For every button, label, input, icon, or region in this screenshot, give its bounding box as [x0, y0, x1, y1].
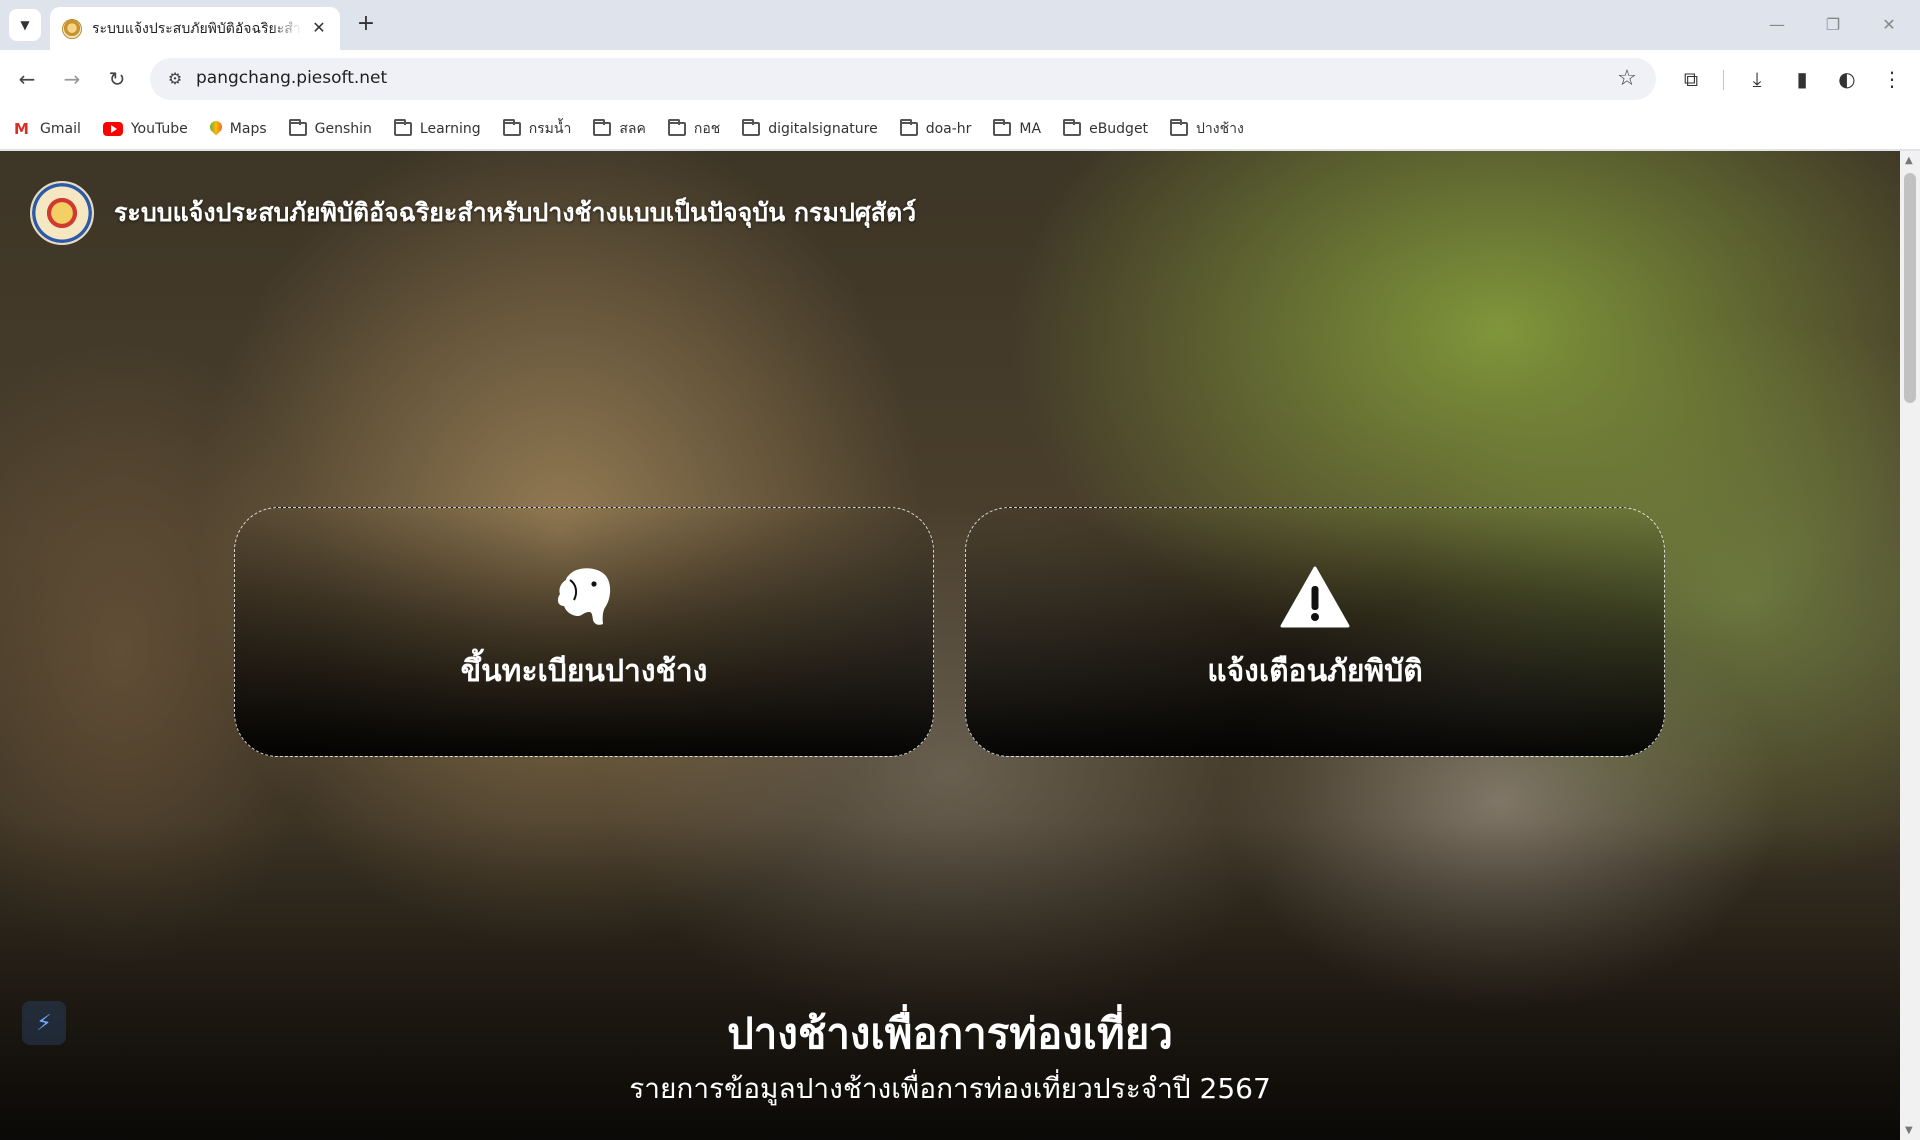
- tab-strip: ▼ ระบบแจ้งประสบภัยพิบัติอัจฉริยะสำหรั ✕ …: [0, 0, 1920, 50]
- tab-search-button[interactable]: ▼: [9, 9, 41, 41]
- bookmark-star-icon[interactable]: ☆: [1612, 64, 1642, 94]
- minimize-button[interactable]: —: [1764, 12, 1790, 38]
- browser-window: ▼ ระบบแจ้งประสบภัยพิบัติอัจฉริยะสำหรั ✕ …: [0, 0, 1920, 1140]
- bookmark-folder-pangchang[interactable]: ปางช้าง: [1170, 118, 1244, 140]
- bookmark-folder-learning[interactable]: Learning: [393, 118, 481, 137]
- bookmark-label: eBudget: [1089, 120, 1149, 137]
- bookmark-folder-slk[interactable]: สลค: [593, 118, 646, 140]
- new-tab-button[interactable]: +: [352, 11, 380, 39]
- site-title: ระบบแจ้งประสบภัยพิบัติอัจฉริยะสำหรับปางช…: [114, 198, 917, 227]
- back-button[interactable]: ←: [12, 64, 42, 94]
- bookmark-folder-genshin[interactable]: Genshin: [288, 118, 372, 137]
- site-header: ระบบแจ้งประสบภัยพิบัติอัจฉริยะสำหรับปางช…: [30, 181, 916, 245]
- bookmark-label: Maps: [229, 120, 267, 137]
- chevron-down-icon: ▼: [20, 18, 30, 32]
- active-tab[interactable]: ระบบแจ้งประสบภัยพิบัติอัจฉริยะสำหรั ✕: [50, 7, 340, 50]
- gmail-icon: M: [14, 119, 29, 138]
- bookmark-youtube[interactable]: YouTube: [102, 120, 188, 137]
- bookmark-label: Genshin: [314, 120, 372, 137]
- bookmark-label: ปางช้าง: [1196, 120, 1244, 137]
- toolbar: ← → ↻ ⚙ pangchang.piesoft.net ☆ ⧉ ⤓ ▮ ◐ …: [0, 50, 1920, 108]
- bookmarks-bar: M Gmail YouTube Maps Genshin Learning กร…: [0, 108, 1920, 150]
- menu-icon[interactable]: ⋮: [1877, 64, 1907, 94]
- bookmark-label: Gmail: [40, 120, 81, 137]
- scroll-up-icon[interactable]: ▲: [1905, 155, 1913, 166]
- folder-icon: [502, 118, 521, 136]
- register-camp-label: ขึ้นทะเบียนปางช้าง: [460, 654, 708, 689]
- bookmark-label: กรมน้ำ: [528, 120, 572, 137]
- bookmark-folder-ma[interactable]: MA: [993, 118, 1042, 137]
- tab-close-icon[interactable]: ✕: [310, 19, 328, 37]
- page-content: ระบบแจ้งประสบภัยพิบัติอัจฉริยะสำหรับปางช…: [0, 151, 1900, 1140]
- url-text[interactable]: pangchang.piesoft.net: [196, 68, 387, 88]
- tab-title: ระบบแจ้งประสบภัยพิบัติอัจฉริยะสำหรั: [92, 20, 302, 37]
- bookmark-label: สลค: [619, 120, 646, 137]
- scroll-down-icon[interactable]: ▼: [1905, 1125, 1913, 1136]
- toolbar-divider: [1723, 70, 1724, 90]
- elephant-icon: [235, 566, 933, 630]
- bookmark-label: YouTube: [130, 120, 188, 137]
- bookmark-label: MA: [1019, 120, 1042, 137]
- bookmark-gmail[interactable]: M Gmail: [14, 121, 81, 137]
- section-title: ปางช้างเพื่อการท่องเที่ยว: [727, 1009, 1173, 1058]
- folder-icon: [1063, 118, 1082, 136]
- bookmark-label: Learning: [419, 120, 481, 137]
- bookmark-folder-doa-hr[interactable]: doa-hr: [899, 118, 972, 137]
- bookmark-maps[interactable]: Maps: [210, 121, 267, 137]
- warning-icon: [966, 566, 1664, 630]
- scroll-thumb[interactable]: [1904, 173, 1916, 403]
- department-logo[interactable]: [30, 181, 94, 245]
- site-info-icon[interactable]: ⚙: [160, 64, 190, 94]
- maps-icon: [210, 121, 222, 137]
- register-camp-card[interactable]: ขึ้นทะเบียนปางช้าง: [234, 507, 934, 757]
- bookmark-label: digitalsignature: [768, 120, 878, 137]
- page-scrollbar[interactable]: ▲ ▼: [1900, 151, 1920, 1140]
- bookmark-label: doa-hr: [925, 120, 972, 137]
- bookmark-label: กอช: [693, 120, 721, 137]
- forward-button[interactable]: →: [57, 64, 87, 94]
- side-panel-icon[interactable]: ▮: [1787, 64, 1817, 94]
- address-bar[interactable]: ⚙ pangchang.piesoft.net ☆: [150, 58, 1656, 100]
- profile-avatar[interactable]: ◐: [1832, 64, 1862, 94]
- section-subtitle: รายการข้อมูลปางช้างเพื่อการท่องเที่ยวประ…: [629, 1072, 1271, 1105]
- youtube-icon: [102, 121, 123, 136]
- disaster-alert-card[interactable]: แจ้งเตือนภัยพิบัติ: [965, 507, 1665, 757]
- folder-icon: [288, 118, 307, 136]
- site-favicon-icon: [62, 18, 82, 39]
- bookmark-folder-digitalsignature[interactable]: digitalsignature: [742, 118, 878, 137]
- bookmark-folder-ebudget[interactable]: eBudget: [1063, 118, 1149, 137]
- extensions-icon[interactable]: ⧉: [1676, 64, 1706, 94]
- folder-icon: [993, 118, 1012, 136]
- download-icon[interactable]: ⤓: [1742, 64, 1772, 94]
- folder-icon: [742, 118, 761, 136]
- folder-icon: [393, 118, 412, 136]
- folder-icon: [667, 118, 686, 136]
- disaster-alert-label: แจ้งเตือนภัยพิบัติ: [1207, 654, 1423, 689]
- bookmark-folder-kor[interactable]: กอช: [667, 118, 721, 140]
- folder-icon: [899, 118, 918, 136]
- reload-button[interactable]: ↻: [102, 64, 132, 94]
- restore-button[interactable]: ❐: [1820, 12, 1846, 38]
- folder-icon: [1170, 118, 1189, 136]
- close-window-button[interactable]: ✕: [1876, 12, 1902, 38]
- folder-icon: [593, 118, 612, 136]
- bookmark-folder-water-dept[interactable]: กรมน้ำ: [502, 118, 572, 140]
